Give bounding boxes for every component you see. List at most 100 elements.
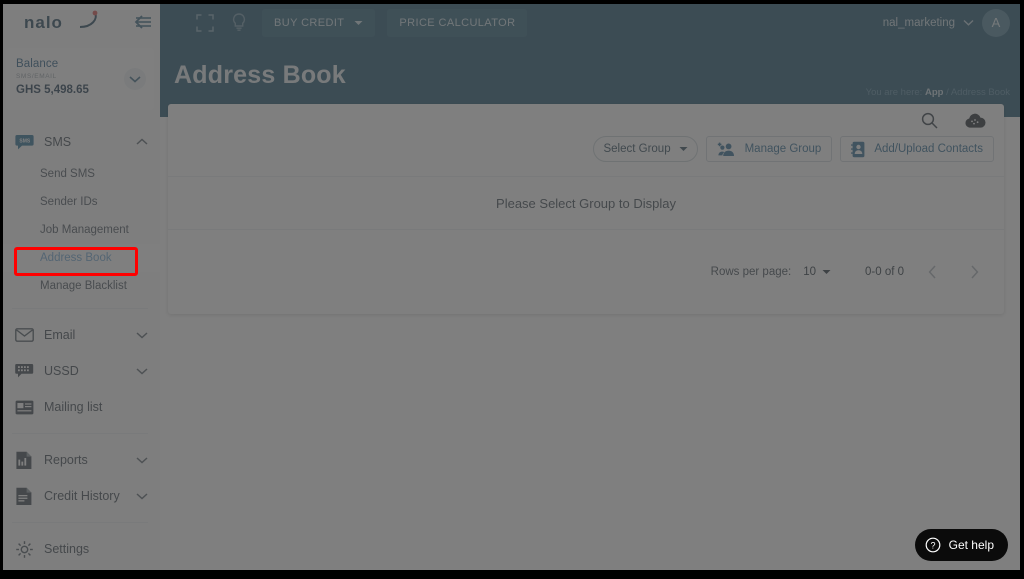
breadcrumb-app[interactable]: App <box>925 87 943 98</box>
mailing-list-icon <box>14 397 34 417</box>
sidebar-item-label: Email <box>44 328 76 342</box>
select-group-dropdown[interactable]: Select Group <box>593 136 698 162</box>
card-button-row: Select Group Manage Group Add/Upload Con… <box>593 136 994 162</box>
get-help-label: Get help <box>948 538 994 552</box>
sidebar-subitem-sender-ids[interactable]: Sender IDs <box>0 188 160 216</box>
sidebar-item-settings[interactable]: Settings <box>0 531 160 567</box>
get-help-button[interactable]: ? Get help <box>914 529 1008 561</box>
balance-amount: GHS 5,498.65 <box>16 84 89 96</box>
sidebar-subitem-job-management[interactable]: Job Management <box>0 216 160 244</box>
avatar[interactable]: A <box>982 8 1010 37</box>
manage-group-button[interactable]: Manage Group <box>705 136 833 162</box>
balance-title: Balance <box>16 58 59 70</box>
sidebar-subitem-label: Manage Blacklist <box>40 280 127 292</box>
caret-down-icon <box>679 146 688 152</box>
sidebar-divider <box>12 522 148 523</box>
rows-per-page-value: 10 <box>803 266 816 278</box>
caret-down-icon <box>354 20 363 26</box>
breadcrumb-separator: / <box>946 87 949 98</box>
sidebar-item-label: Reports <box>44 453 88 467</box>
sidebar-subitem-address-book[interactable]: Address Book <box>0 244 160 272</box>
chevron-down-icon[interactable] <box>136 456 148 464</box>
content-area: Select Group Manage Group Add/Upload Con… <box>160 104 1024 579</box>
empty-state-message: Please Select Group to Display <box>168 176 1004 230</box>
sidebar-item-label: Settings <box>44 542 90 556</box>
svg-text:?: ? <box>930 540 935 550</box>
manage-group-label: Manage Group <box>744 143 822 155</box>
breadcrumb: You are here: App / Address Book <box>866 87 1010 98</box>
report-icon <box>14 450 34 470</box>
rows-per-page-select[interactable]: 10 <box>803 266 831 278</box>
sidebar-item-label: Mailing list <box>44 400 103 414</box>
price-calculator-button[interactable]: PRICE CALCULATOR <box>387 8 528 37</box>
frame-edge-right <box>1020 0 1024 579</box>
page-title: Address Book <box>174 61 346 89</box>
frame-edge-left <box>0 0 3 579</box>
balance-card[interactable]: Balance SMS/EMAIL GHS 5,498.65 <box>6 48 154 110</box>
avatar-initial: A <box>991 15 1001 30</box>
breadcrumb-current: Address Book <box>950 87 1010 98</box>
chevron-down-icon[interactable] <box>124 68 146 90</box>
chevron-right-icon[interactable] <box>960 258 988 286</box>
rows-per-page-label: Rows per page: <box>710 266 792 278</box>
empty-state-text: Please Select Group to Display <box>496 195 676 211</box>
add-people-icon <box>717 142 737 157</box>
ussd-icon <box>14 361 34 381</box>
select-group-label: Select Group <box>603 143 671 155</box>
address-book-card: Select Group Manage Group Add/Upload Con… <box>168 104 1004 314</box>
add-upload-contacts-label: Add/Upload Contacts <box>874 143 983 155</box>
sidebar-nav: SMS SMS Send SMS Sender IDs Job Manageme… <box>0 124 160 579</box>
sms-bubble-icon: SMS <box>14 132 34 152</box>
envelope-icon <box>14 325 34 345</box>
lightbulb-icon[interactable] <box>228 12 250 34</box>
sidebar-collapse-icon[interactable] <box>132 12 154 32</box>
credit-history-icon <box>14 486 34 506</box>
question-circle-icon: ? <box>925 537 941 553</box>
caret-down-icon <box>822 269 831 275</box>
search-icon[interactable] <box>921 112 938 129</box>
svg-text:nalo: nalo <box>24 13 63 32</box>
sidebar-subitem-label: Address Book <box>40 252 112 264</box>
price-calculator-label: PRICE CALCULATOR <box>399 16 516 29</box>
sidebar-item-email[interactable]: Email <box>0 317 160 353</box>
sidebar-item-label: Credit History <box>44 489 120 503</box>
chevron-up-icon[interactable] <box>136 138 148 146</box>
sidebar-item-sms[interactable]: SMS SMS <box>0 124 160 160</box>
card-toolbar: Select Group Manage Group Add/Upload Con… <box>168 104 1004 176</box>
sidebar-item-credit-history[interactable]: Credit History <box>0 478 160 514</box>
chevron-down-icon[interactable] <box>963 19 974 26</box>
sidebar-item-reports[interactable]: Reports <box>0 442 160 478</box>
add-upload-contacts-button[interactable]: Add/Upload Contacts <box>840 136 994 162</box>
main-area: BUY CREDIT PRICE CALCULATOR nal_marketin… <box>160 0 1024 579</box>
fullscreen-icon[interactable] <box>194 12 216 34</box>
breadcrumb-prefix: You are here: <box>865 87 923 98</box>
sidebar-divider <box>12 433 148 434</box>
sidebar-item-ussd[interactable]: USSD <box>0 353 160 389</box>
buy-credit-label: BUY CREDIT <box>274 16 345 29</box>
cloud-upload-icon[interactable] <box>964 113 986 129</box>
pagination-range: 0-0 of 0 <box>865 266 904 278</box>
sidebar-item-mailing-list[interactable]: Mailing list <box>0 389 160 425</box>
sidebar-header: nalo <box>0 0 160 44</box>
nalo-logo-icon[interactable]: nalo <box>22 9 114 35</box>
chevron-left-icon[interactable] <box>918 258 946 286</box>
table-pagination: Rows per page: 10 0-0 of 0 <box>168 230 1004 314</box>
gear-icon <box>14 539 34 559</box>
frame-edge-top <box>0 0 1024 4</box>
svg-text:SMS: SMS <box>19 138 31 144</box>
card-icon-row <box>921 112 986 129</box>
sidebar-item-label: USSD <box>44 364 79 378</box>
sidebar-subitem-send-sms[interactable]: Send SMS <box>0 160 160 188</box>
sidebar-subitem-manage-blacklist[interactable]: Manage Blacklist <box>0 272 160 300</box>
sidebar-item-label: SMS <box>44 135 72 149</box>
sidebar-subitem-label: Job Management <box>40 224 129 236</box>
sidebar-divider <box>12 308 148 309</box>
frame-edge-bottom <box>0 570 1024 579</box>
topbar-user-menu[interactable]: nal_marketing A <box>883 0 1010 45</box>
chevron-down-icon[interactable] <box>136 367 148 375</box>
sidebar: nalo Balance SMS/EMAIL GHS 5,498.65 SMS … <box>0 0 160 579</box>
chevron-down-icon[interactable] <box>136 331 148 339</box>
buy-credit-button[interactable]: BUY CREDIT <box>262 8 376 37</box>
sidebar-subitem-label: Send SMS <box>40 168 95 180</box>
chevron-down-icon[interactable] <box>136 492 148 500</box>
